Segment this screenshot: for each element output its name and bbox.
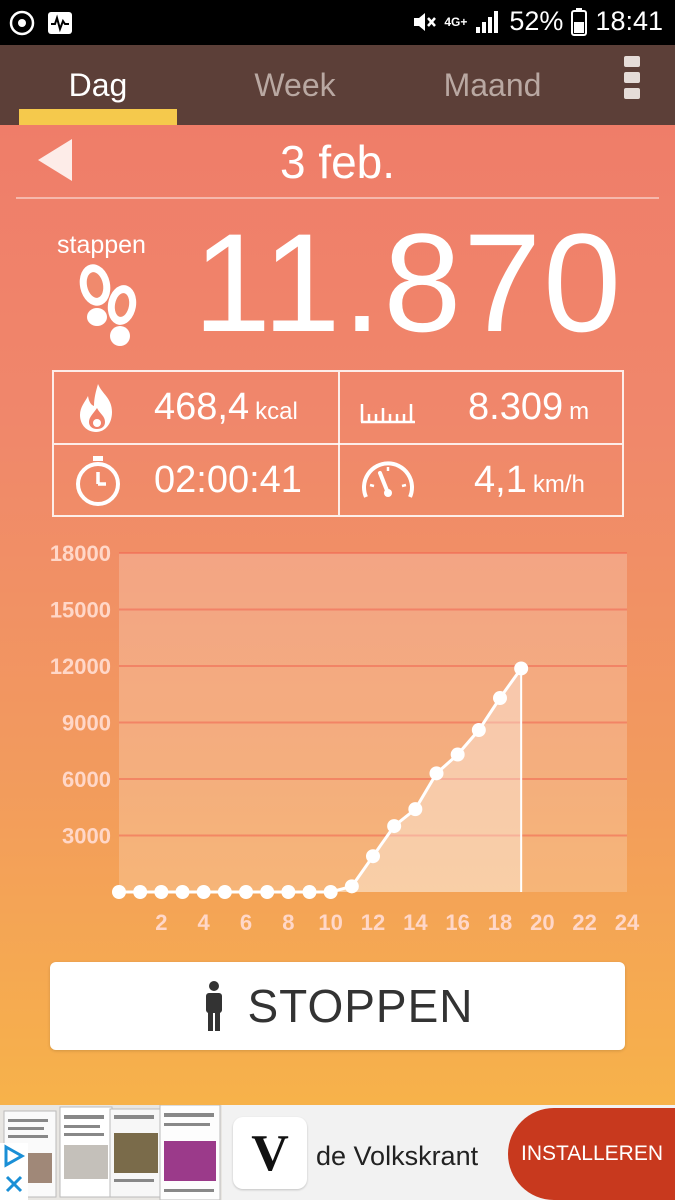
duration-value: 02:00:41 <box>154 459 302 501</box>
chart-data-point <box>450 747 465 762</box>
chart-data-point <box>387 819 402 834</box>
chart-data-point <box>217 885 232 899</box>
chart-data-point <box>493 691 507 706</box>
tab-week[interactable]: Week <box>215 45 375 125</box>
x-tick-label: 16 <box>445 910 469 935</box>
steps-label: stappen <box>57 231 146 259</box>
chart-data-point <box>471 723 486 738</box>
footprints-icon <box>79 264 137 346</box>
y-tick-label: 6000 <box>62 767 111 792</box>
main-content: 3 feb. stappen 11.870 468,4 kcal 8.309 m… <box>0 125 675 1105</box>
signal-icon <box>476 10 499 33</box>
chart-data-point <box>196 885 211 899</box>
network-type: 4G+ <box>444 14 468 29</box>
speed-value: 4,1 <box>474 459 527 501</box>
date-label: 3 feb. <box>279 136 396 188</box>
x-tick-label: 8 <box>282 910 294 935</box>
distance-stat: 8.309 m <box>340 372 624 444</box>
x-tick-label: 2 <box>155 910 167 935</box>
chart-data-point <box>154 885 169 899</box>
chart-data-point <box>239 885 253 899</box>
x-tick-label: 20 <box>530 910 554 935</box>
speed-stat: 4,1 km/h <box>340 445 624 517</box>
tab-month[interactable]: Maand <box>410 45 575 125</box>
ad-banner[interactable]: V de Volkskrant INSTALLEREN <box>0 1105 675 1200</box>
flame-icon <box>80 384 112 432</box>
chart-data-point <box>112 885 126 899</box>
x-tick-label: 22 <box>572 910 596 935</box>
ruler-icon <box>360 404 415 424</box>
calories-unit: kcal <box>255 398 298 425</box>
calories-stat: 468,4 kcal <box>54 372 338 444</box>
active-tab-indicator <box>19 109 177 125</box>
chart-data-point <box>514 661 529 676</box>
ad-image[interactable] <box>0 1105 222 1200</box>
chart-data-point <box>366 849 380 864</box>
steps-count: 11.870 <box>193 204 623 361</box>
app-logo[interactable]: V <box>233 1117 307 1189</box>
battery-icon <box>571 7 588 36</box>
speed-unit: km/h <box>532 471 585 498</box>
battery-percent: 52% <box>509 6 564 36</box>
chart-data-point <box>175 885 190 899</box>
status-bar: 4G+ 52% 18:41 <box>0 0 675 45</box>
date-navigation: 3 feb. <box>0 125 675 197</box>
y-tick-label: 15000 <box>50 598 111 623</box>
adchoices-icon[interactable] <box>0 1143 28 1200</box>
ad-app-name[interactable]: de Volkskrant <box>316 1141 478 1172</box>
x-tick-label: 14 <box>403 910 428 935</box>
activity-icon <box>48 12 72 34</box>
x-tick-label: 10 <box>318 910 342 935</box>
clock: 18:41 <box>595 6 663 36</box>
y-tick-label: 18000 <box>50 541 111 566</box>
x-tick-label: 12 <box>361 910 385 935</box>
person-icon <box>205 981 222 1031</box>
y-tick-label: 12000 <box>50 654 111 679</box>
distance-unit: m <box>569 398 590 425</box>
chart-data-point <box>408 802 423 817</box>
divider <box>16 197 659 199</box>
install-button[interactable]: INSTALLEREN <box>508 1108 675 1200</box>
mute-icon <box>414 12 437 31</box>
speedometer-icon <box>362 461 414 498</box>
stopwatch-icon <box>76 456 120 506</box>
stop-button-label: STOPPEN <box>247 980 474 1032</box>
x-tick-label: 18 <box>488 910 512 935</box>
chart-data-point <box>429 766 444 781</box>
y-tick-label: 9000 <box>62 711 111 736</box>
overflow-menu-icon[interactable] <box>620 56 644 106</box>
chart-data-point <box>302 885 317 899</box>
x-tick-label: 4 <box>198 910 211 935</box>
chart-data-point <box>344 879 359 894</box>
stats-grid: 468,4 kcal 8.309 m 02:00:41 4,1 km/h <box>52 370 624 517</box>
chart-data-point <box>133 885 148 899</box>
duration-stat: 02:00:41 <box>54 445 338 517</box>
x-tick-label: 24 <box>615 910 640 935</box>
steps-chart: 3000600090001200015000180002 4 6 8 10 12 14 16 1… <box>50 541 640 935</box>
stop-button[interactable]: STOPPEN <box>50 962 625 1050</box>
x-tick-label: 6 <box>240 910 252 935</box>
chart-data-point <box>260 885 275 899</box>
calories-value: 468,4 <box>154 386 250 428</box>
chart-data-point <box>281 885 296 899</box>
distance-value: 8.309 <box>468 386 564 428</box>
sync-icon <box>9 10 35 36</box>
chart-data-point <box>323 885 338 899</box>
y-tick-label: 3000 <box>62 824 111 849</box>
